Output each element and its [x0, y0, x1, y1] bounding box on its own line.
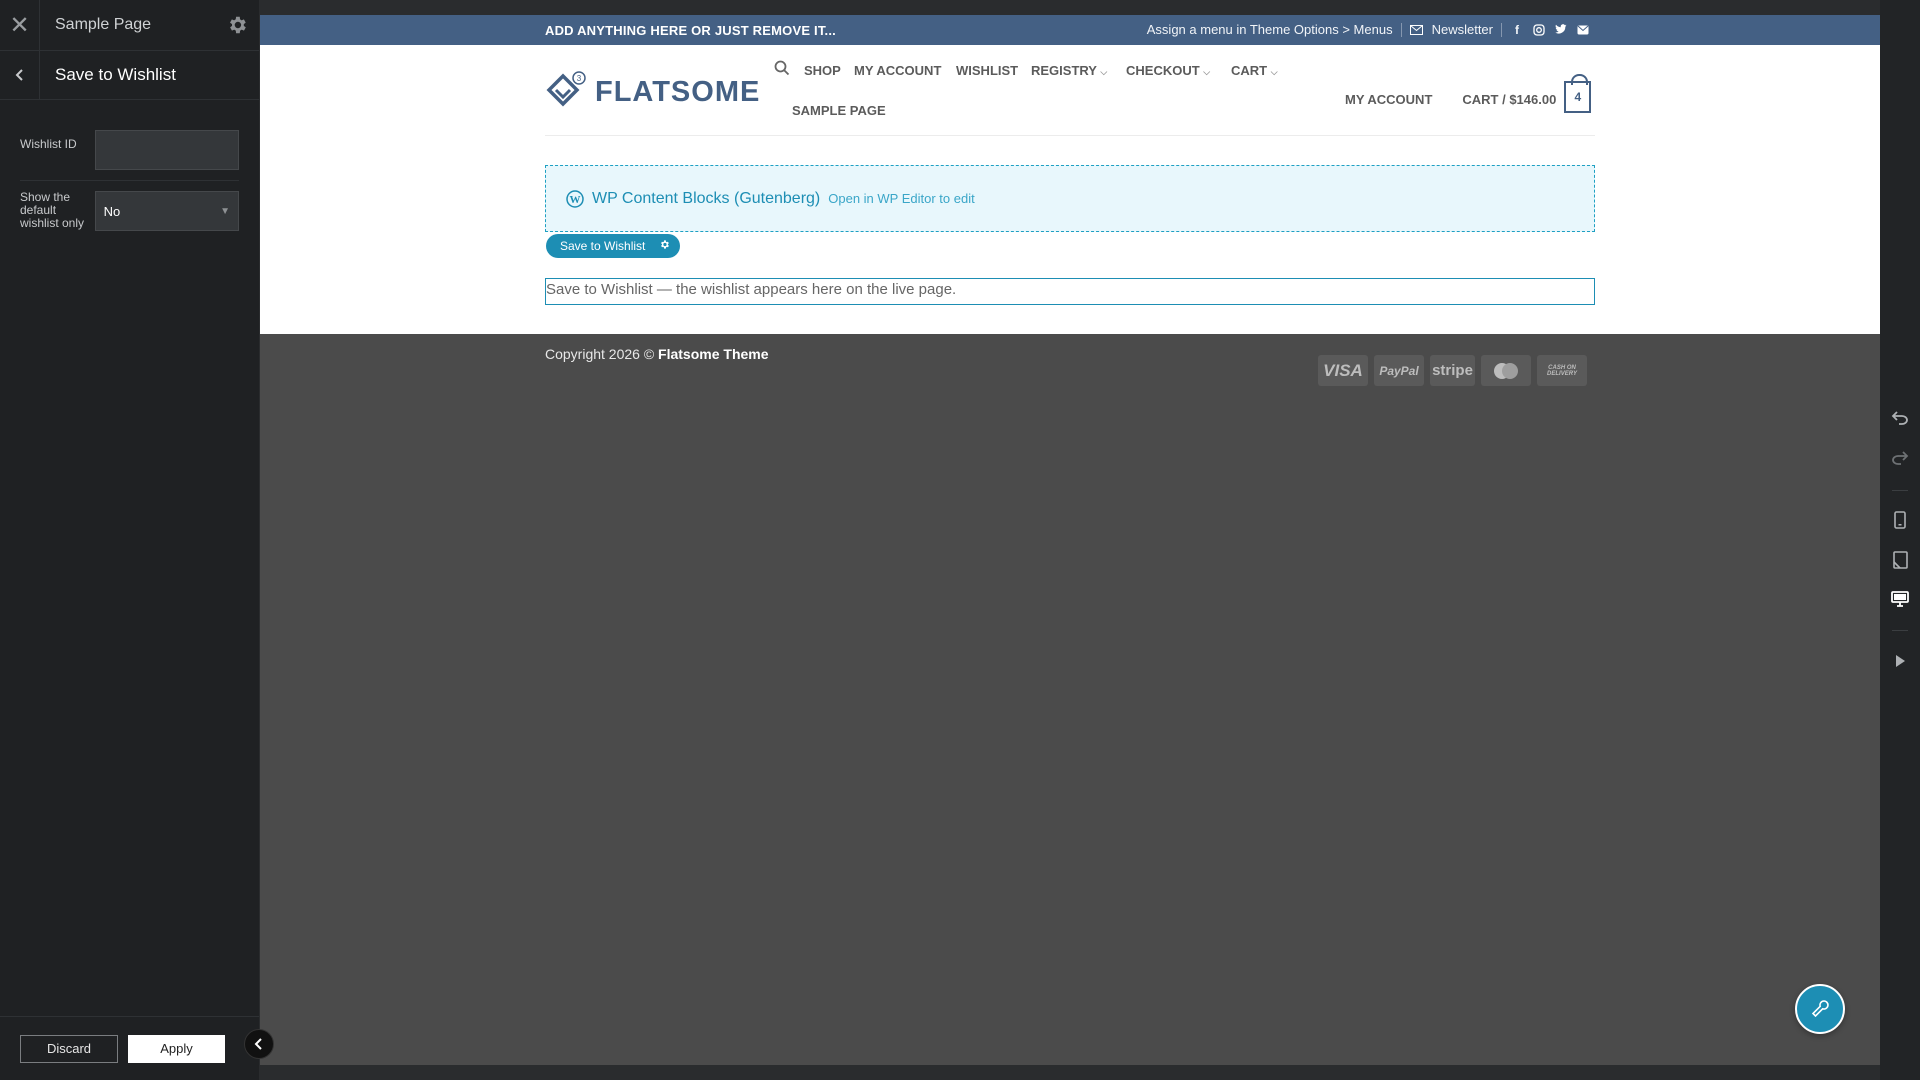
visa-icon: VISA [1318, 355, 1368, 386]
collapse-sidebar-button[interactable] [244, 1029, 274, 1059]
redo-icon[interactable] [1890, 448, 1910, 468]
page-name: Sample Page [55, 16, 152, 33]
header-cart-link[interactable]: CART / $146.00 [1462, 92, 1556, 107]
desktop-icon[interactable] [1890, 589, 1910, 609]
wp-content-block[interactable]: W WP Content Blocks (Gutenberg) Open in … [545, 165, 1595, 232]
wishlist-id-row: Wishlist ID [0, 130, 259, 170]
device-toolbar [1880, 0, 1920, 1080]
footer-copyright: Copyright 2026 © Flatsome Theme [545, 346, 769, 362]
element-tag[interactable]: Save to Wishlist [546, 234, 681, 258]
instagram-icon[interactable] [1532, 23, 1546, 37]
chevron-left-icon[interactable] [0, 50, 40, 100]
site-header: 3 FLATSOME SHOP MY ACCOUNT WISHLIST REGI… [260, 45, 1880, 334]
element-tag-label: Save to Wishlist [560, 239, 646, 253]
builder-sidebar: ✕ Sample Page Save to Wishlist Wishlist … [0, 0, 259, 1080]
divider [1501, 22, 1502, 37]
wishlist-element[interactable]: Save to Wishlist — the wishlist appears … [545, 278, 1595, 305]
default-only-label: Show the default wishlist only [20, 190, 85, 230]
wordpress-icon: W [566, 189, 584, 208]
header-divider [545, 135, 1595, 136]
panel-header: Save to Wishlist [0, 50, 259, 100]
divider [1892, 630, 1908, 631]
header-my-account[interactable]: MY ACCOUNT [1345, 92, 1432, 107]
gear-icon[interactable] [215, 0, 259, 51]
divider [1892, 490, 1908, 491]
cart-count-badge[interactable]: 4 [1564, 74, 1592, 113]
menu-hint[interactable]: Assign a menu in Theme Options > Menus [1147, 22, 1393, 37]
play-icon[interactable] [1890, 651, 1910, 671]
default-only-row: Show the default wishlist only No ▼ [0, 191, 259, 231]
mastercard-icon [1481, 355, 1531, 386]
mobile-icon[interactable] [1890, 510, 1910, 530]
divider [1400, 22, 1402, 37]
wp-block-title: WP Content Blocks (Gutenberg) [592, 189, 821, 207]
payment-icons: VISA PayPal stripe CASH ON DELIVERY [1318, 355, 1587, 386]
page-preview: ADD ANYTHING HERE OR JUST REMOVE IT... A… [260, 15, 1880, 1065]
nav-cart[interactable]: CART ⌵ [1231, 63, 1278, 78]
site-topbar: ADD ANYTHING HERE OR JUST REMOVE IT... A… [260, 15, 1880, 45]
nav-shop[interactable]: SHOP [804, 63, 841, 78]
default-only-value: No [103, 203, 121, 219]
logo-text: FLATSOME [595, 75, 761, 108]
stripe-icon: stripe [1430, 355, 1475, 386]
newsletter-link[interactable]: Newsletter [1432, 22, 1493, 37]
gear-icon[interactable] [659, 239, 670, 253]
apply-button[interactable]: Apply [128, 1034, 225, 1063]
wishlist-id-field[interactable] [94, 130, 239, 170]
email-icon[interactable] [1576, 23, 1590, 37]
search-icon[interactable] [774, 60, 790, 79]
close-icon[interactable]: ✕ [0, 0, 40, 51]
nav-my-account[interactable]: MY ACCOUNT [854, 63, 941, 78]
cash-on-delivery-icon: CASH ON DELIVERY [1537, 355, 1587, 386]
tablet-icon[interactable] [1890, 550, 1910, 570]
copyright-text: Copyright 2026 © [545, 346, 659, 362]
copyright-brand: Flatsome Theme [658, 346, 769, 362]
wishlist-id-label: Wishlist ID [20, 137, 77, 151]
nav-sample-page[interactable]: SAMPLE PAGE [792, 103, 886, 118]
site-logo[interactable]: 3 FLATSOME [545, 70, 760, 114]
header-actions: MY ACCOUNT CART / $146.00 4 [1345, 74, 1592, 115]
nav-checkout[interactable]: CHECKOUT ⌵ [1126, 63, 1210, 78]
svg-text:3: 3 [577, 74, 582, 83]
nav-wishlist[interactable]: WISHLIST [956, 63, 1018, 78]
paypal-icon: PayPal [1374, 355, 1424, 386]
topbar-text: ADD ANYTHING HERE OR JUST REMOVE IT... [545, 23, 836, 38]
topbar-right: Assign a menu in Theme Options > Menus N… [1147, 22, 1590, 37]
default-only-select[interactable]: No ▼ [94, 191, 239, 231]
undo-icon[interactable] [1890, 408, 1910, 428]
discard-button[interactable]: Discard [20, 1034, 118, 1063]
sidebar-footer: Discard Apply [0, 1016, 259, 1080]
svg-text:W: W [570, 194, 581, 206]
wrench-icon[interactable] [1795, 984, 1845, 1034]
logo-mark-icon: 3 [546, 71, 586, 107]
divider [20, 180, 239, 181]
panel-title: Save to Wishlist [55, 65, 176, 84]
sidebar-topbar: ✕ Sample Page [0, 0, 259, 51]
chevron-down-icon: ▼ [220, 205, 230, 217]
facebook-icon[interactable]: f [1510, 23, 1524, 37]
mail-icon [1410, 23, 1424, 37]
nav-registry[interactable]: REGISTRY ⌵ [1031, 63, 1107, 78]
twitter-icon[interactable] [1554, 23, 1568, 37]
wp-editor-link[interactable]: Open in WP Editor to edit [828, 191, 974, 206]
